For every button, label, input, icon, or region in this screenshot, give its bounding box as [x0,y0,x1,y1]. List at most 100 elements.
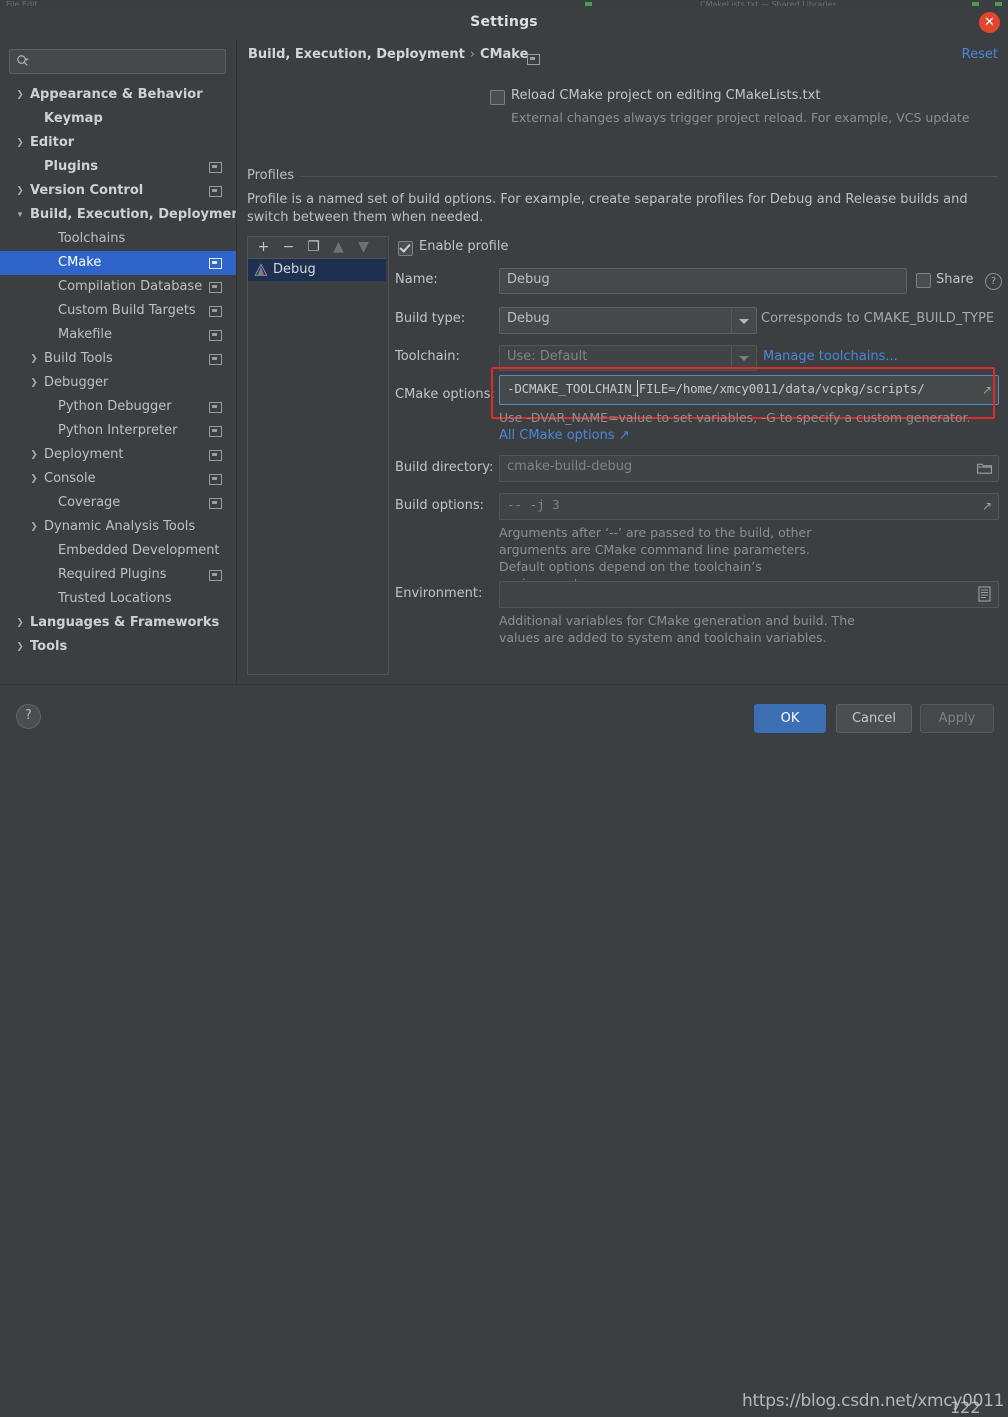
build-directory-input[interactable]: cmake-build-debug [499,455,999,482]
profile-list-item-debug[interactable]: Debug [248,259,386,281]
breadcrumb-current: CMake [480,47,528,62]
sidebar-item-keymap[interactable]: Keymap [0,107,236,131]
build-options-value: -- -j 3 [507,497,560,512]
expand-editor-icon[interactable]: ↗ [982,383,992,397]
sidebar-item-compilation-database[interactable]: Compilation Database [0,275,236,299]
name-input[interactable]: Debug [499,268,907,294]
sidebar-item-label: Python Debugger [58,395,172,419]
manage-toolchains-link[interactable]: Manage toolchains... [763,349,898,364]
folder-icon[interactable] [977,462,992,474]
environment-label: Environment: [395,586,482,601]
breadcrumb-parent[interactable]: Build, Execution, Deployment [248,47,465,62]
all-cmake-options-link[interactable]: All CMake options ↗ [499,428,630,443]
profiles-group-title: Profiles [247,168,300,183]
search-icon [16,54,30,68]
combo-divider [731,309,732,333]
sidebar-item-plugins[interactable]: Plugins [0,155,236,179]
project-scope-badge-icon [209,570,222,581]
chevron-right-icon[interactable]: ❯ [28,371,40,395]
ok-button[interactable]: OK [754,704,826,733]
sidebar-item-trusted-locations[interactable]: Trusted Locations [0,587,236,611]
chevron-right-icon[interactable]: ❯ [28,443,40,467]
sidebar-item-cmake[interactable]: CMake [0,251,236,275]
chevron-down-icon[interactable]: ▾ [14,203,26,227]
search-box[interactable] [9,49,226,74]
chevron-right-icon[interactable]: ❯ [28,515,40,539]
cmake-options-input[interactable]: -DCMAKE_TOOLCHAIN_FILE=/home/xmcy0011/da… [499,375,999,405]
move-down-button[interactable]: ▼ [354,239,373,256]
chevron-right-icon[interactable]: ❯ [14,611,26,635]
sidebar-item-label: Dynamic Analysis Tools [44,515,195,539]
sidebar-item-languages-frameworks[interactable]: ❯Languages & Frameworks [0,611,236,635]
environment-input[interactable] [499,581,999,608]
reset-link[interactable]: Reset [962,47,998,62]
chevron-right-icon[interactable]: ❯ [28,467,40,491]
settings-tree: ❯Appearance & BehaviorKeymap❯EditorPlugi… [0,83,236,683]
share-label: Share [936,272,974,287]
sidebar-item-appearance-behavior[interactable]: ❯Appearance & Behavior [0,83,236,107]
sidebar-item-label: Tools [30,635,67,659]
project-scope-badge-icon [209,162,222,173]
chevron-right-icon[interactable]: ❯ [14,635,26,659]
add-profile-button[interactable]: + [254,239,273,256]
expand-editor-icon[interactable]: ↗ [982,499,992,513]
sidebar-item-build-execution-deployment[interactable]: ▾Build, Execution, Deployment [0,203,236,227]
search-input[interactable] [36,52,222,73]
chevron-right-icon[interactable]: ❯ [14,83,26,107]
share-checkbox[interactable] [916,273,931,288]
sidebar-item-label: Console [44,467,96,491]
sidebar-item-coverage[interactable]: Coverage [0,491,236,515]
cancel-button[interactable]: Cancel [836,704,912,733]
build-type-combobox[interactable]: Debug [499,307,757,334]
sidebar-item-version-control[interactable]: ❯Version Control [0,179,236,203]
share-help-icon[interactable]: ? [985,273,1002,290]
watermark-suffix: 122 [950,1398,981,1417]
project-scope-badge-icon [209,282,222,293]
chevron-right-icon[interactable]: ❯ [14,131,26,155]
sidebar-item-debugger[interactable]: ❯Debugger [0,371,236,395]
cmake-options-hint: Use -DVAR_NAME=value to set variables, -… [499,410,971,425]
sidebar-item-embedded-development[interactable]: Embedded Development [0,539,236,563]
sidebar-item-label: Editor [30,131,74,155]
toolchain-combobox[interactable]: Use: Default [499,345,757,371]
chevron-down-icon[interactable] [739,356,749,361]
sidebar-item-label: Trusted Locations [58,587,172,611]
sidebar-item-python-interpreter[interactable]: Python Interpreter [0,419,236,443]
sidebar-item-tools[interactable]: ❯Tools [0,635,236,659]
sidebar-item-label: Version Control [30,179,143,203]
build-options-input[interactable]: -- -j 3 ↗ [499,493,999,520]
sidebar-item-toolchains[interactable]: Toolchains [0,227,236,251]
enable-profile-checkbox[interactable] [398,241,413,256]
close-icon[interactable]: ✕ [979,12,1000,33]
sidebar-item-console[interactable]: ❯Console [0,467,236,491]
chevron-down-icon[interactable] [739,319,749,324]
profile-toolbar: +−❐ ▲ ▼ [248,237,386,259]
project-scope-badge-icon [209,402,222,413]
move-up-button[interactable]: ▲ [329,239,348,256]
sidebar-item-dynamic-analysis-tools[interactable]: ❯Dynamic Analysis Tools [0,515,236,539]
breadcrumb-separator: › [465,47,480,62]
apply-button[interactable]: Apply [920,704,994,733]
sidebar-item-required-plugins[interactable]: Required Plugins [0,563,236,587]
remove-profile-button[interactable]: − [279,239,298,256]
window-title: Settings [0,14,1008,30]
sidebar-item-editor[interactable]: ❯Editor [0,131,236,155]
chevron-right-icon[interactable]: ❯ [14,179,26,203]
copy-profile-button[interactable]: ❐ [304,239,323,256]
reload-cmake-checkbox[interactable] [490,90,505,105]
sidebar-item-deployment[interactable]: ❯Deployment [0,443,236,467]
chevron-right-icon[interactable]: ❯ [28,347,40,371]
sidebar-item-label: Required Plugins [58,563,167,587]
combo-divider [731,347,732,369]
toolchain-label: Toolchain: [395,349,460,364]
name-label: Name: [395,272,438,287]
sidebar-item-makefile[interactable]: Makefile [0,323,236,347]
help-button[interactable]: ? [16,704,41,729]
environment-editor-icon[interactable] [978,586,991,602]
sidebar-item-python-debugger[interactable]: Python Debugger [0,395,236,419]
build-type-label: Build type: [395,311,465,326]
sidebar-item-build-tools[interactable]: ❯Build Tools [0,347,236,371]
sidebar-item-label: Compilation Database [58,275,202,299]
sidebar-item-custom-build-targets[interactable]: Custom Build Targets [0,299,236,323]
project-scope-badge-icon [209,186,222,197]
